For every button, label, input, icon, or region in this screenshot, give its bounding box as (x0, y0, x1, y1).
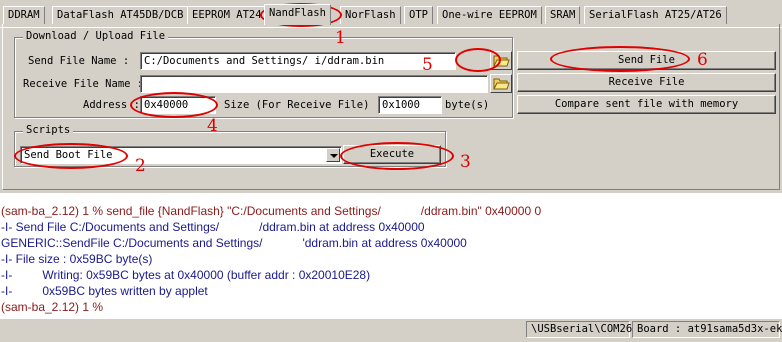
chevron-down-icon[interactable] (326, 148, 340, 162)
folder-open-icon (493, 78, 510, 90)
size-label: Size (For Receive File) : (224, 99, 383, 111)
browse-send-file-button[interactable] (490, 51, 512, 70)
browse-receive-file-button[interactable] (490, 74, 512, 93)
tab-bar: DDRAM DataFlash AT45DB/DCB EEPROM AT24 N… (0, 4, 782, 28)
execute-button[interactable]: Execute (343, 145, 441, 164)
console-line: (sam-ba_2.12) 1 % send_file {NandFlash} … (1, 204, 542, 218)
compare-file-button[interactable]: Compare sent file with memory (517, 95, 776, 114)
console-line: -I- Writing: 0x59BC bytes at 0x40000 (bu… (1, 268, 371, 282)
tab-sram[interactable]: SRAM (545, 6, 581, 24)
address-label: Address : (83, 99, 140, 111)
tab-norflash[interactable]: NorFlash (340, 6, 401, 24)
status-bar: \USBserial\COM26 Board : at91sama5d3x-ek (0, 319, 782, 342)
script-select-value: Send Boot File (24, 149, 113, 161)
console-line: GENERIC::SendFile C:/Documents and Setti… (1, 236, 467, 250)
tab-onewire-eeprom[interactable]: One-wire EEPROM (437, 6, 542, 24)
size-input[interactable]: 0x1000 (378, 96, 442, 114)
folder-open-icon (493, 55, 510, 67)
download-upload-group-title: Download / Upload File (23, 30, 169, 42)
tab-nandflash[interactable]: NandFlash (264, 4, 331, 25)
status-board: Board : at91sama5d3x-ek (632, 321, 782, 338)
annotation-number-3: 3 (460, 152, 471, 172)
console-line: -I- Send File C:/Documents and Settings/… (1, 220, 425, 234)
status-connection: \USBserial\COM26 (526, 321, 632, 338)
tab-otp[interactable]: OTP (404, 6, 433, 24)
receive-file-label: Receive File Name : (23, 78, 144, 90)
tab-dataflash[interactable]: DataFlash AT45DB/DCB (52, 6, 189, 24)
tab-serialflash[interactable]: SerialFlash AT25/AT26 (584, 6, 727, 24)
address-input[interactable]: 0x40000 (140, 96, 216, 114)
send-file-button[interactable]: Send File (517, 51, 776, 70)
receive-file-input[interactable] (140, 75, 488, 93)
send-file-input[interactable]: C:/Documents and Settings/ i/ddram.bin (140, 52, 456, 70)
console-prompt-line: (sam-ba_2.12) 1 % (1, 300, 104, 314)
tab-eeprom[interactable]: EEPROM AT24 (187, 6, 267, 24)
size-unit-label: byte(s) (445, 99, 490, 111)
annotation-number-4: 4 (207, 116, 218, 136)
tab-ddram[interactable]: DDRAM (3, 6, 45, 24)
console-output[interactable]: (sam-ba_2.12) 1 % send_file {NandFlash} … (0, 193, 782, 319)
annotation-number-1: 1 (335, 28, 346, 48)
console-line: -I- File size : 0x59BC byte(s) (1, 252, 153, 266)
console-line: -I- 0x59BC bytes written by applet (1, 284, 208, 298)
annotation-number-5: 5 (422, 55, 433, 75)
annotation-number-6: 6 (697, 50, 708, 70)
annotation-number-2: 2 (135, 156, 146, 176)
script-select[interactable]: Send Boot File (20, 146, 342, 164)
receive-file-button[interactable]: Receive File (517, 73, 776, 92)
send-file-label: Send File Name : (28, 55, 130, 67)
scripts-group-title: Scripts (23, 124, 74, 136)
